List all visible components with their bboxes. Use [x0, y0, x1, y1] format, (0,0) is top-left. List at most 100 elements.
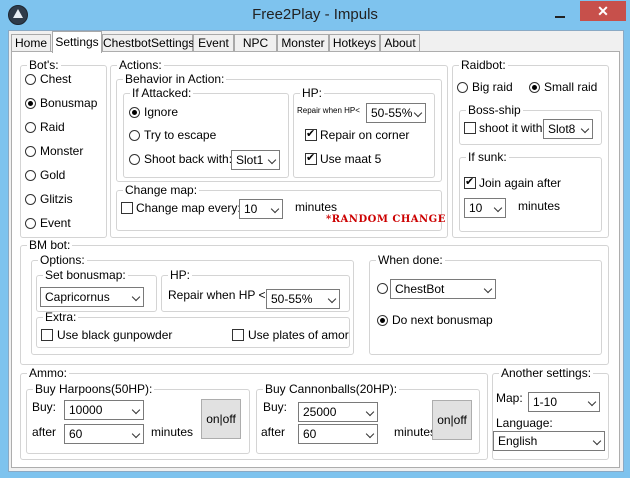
- bot-label-bonusmap: Bonusmap: [40, 96, 98, 110]
- change-map-label: Change map every:: [136, 201, 241, 215]
- chestbot-select[interactable]: ChestBot: [390, 279, 496, 299]
- boss-ship-checkbox[interactable]: [464, 122, 476, 134]
- another-settings-title: Another settings:: [501, 366, 592, 380]
- window-title: Free2Play - Impuls: [252, 6, 378, 23]
- chevron-down-icon: [327, 294, 337, 304]
- gunpowder-label: Use black gunpowder: [57, 328, 173, 342]
- next-bonusmap-radio[interactable]: [377, 315, 388, 326]
- harpoons-buy-label: Buy:: [32, 400, 57, 414]
- bot-label-glitzis: Glitzis: [40, 192, 73, 206]
- change-map-checkbox[interactable]: [121, 202, 133, 214]
- behavior-title: Behavior in Action:: [125, 72, 225, 86]
- small-raid-radio[interactable]: [529, 82, 540, 93]
- harpoons-title: Buy Harpoons(50HP):: [35, 382, 153, 396]
- bm-repair-select[interactable]: 50-55%: [266, 289, 340, 309]
- chevron-down-icon: [131, 292, 141, 302]
- boss-ship-label: shoot it with:: [479, 121, 546, 135]
- escape-radio[interactable]: [129, 130, 140, 141]
- language-label: Language:: [496, 416, 553, 430]
- chevron-down-icon: [131, 405, 141, 415]
- tab-event[interactable]: Event: [193, 34, 234, 52]
- chevron-down-icon: [413, 108, 423, 118]
- bonusmap-select[interactable]: Capricornus: [40, 287, 144, 307]
- use-maat-label: Use maat 5: [320, 152, 382, 166]
- chevron-down-icon: [592, 436, 602, 446]
- tab-chestbot-settings[interactable]: ChestbotSettings: [102, 34, 194, 52]
- actions-title: Actions:: [119, 58, 162, 72]
- bot-radio-raid[interactable]: [25, 122, 36, 133]
- minimize-button[interactable]: [547, 6, 573, 22]
- bm-bot-title: BM bot:: [29, 238, 71, 252]
- change-map-select[interactable]: 10: [239, 199, 283, 219]
- shoot-back-radio[interactable]: [129, 154, 140, 165]
- shoot-back-label: Shoot back with:: [144, 152, 233, 166]
- join-again-label: Join again after: [479, 176, 562, 190]
- big-raid-radio[interactable]: [457, 82, 468, 93]
- tab-home[interactable]: Home: [11, 34, 51, 52]
- chevron-down-icon: [580, 124, 590, 134]
- cannonballs-minutes: minutes: [394, 425, 437, 439]
- bot-radio-chest[interactable]: [25, 74, 36, 85]
- when-done-title: When done:: [378, 253, 443, 267]
- bot-label-raid: Raid: [40, 120, 65, 134]
- harpoons-toggle-button[interactable]: on|off: [201, 399, 241, 439]
- cannonballs-after-select[interactable]: 60: [298, 424, 378, 444]
- chevron-down-icon: [483, 284, 493, 294]
- harpoons-after-select[interactable]: 60: [64, 424, 144, 444]
- shoot-back-slot-select[interactable]: Slot1: [231, 150, 280, 170]
- tab-monster[interactable]: Monster: [277, 34, 329, 52]
- chevron-down-icon: [267, 155, 277, 165]
- plates-checkbox[interactable]: [232, 329, 244, 341]
- tab-settings[interactable]: Settings: [52, 31, 102, 53]
- cannonballs-buy-label: Buy:: [263, 400, 288, 414]
- bot-radio-bonusmap[interactable]: [25, 98, 36, 109]
- bot-radio-glitzis[interactable]: [25, 194, 36, 205]
- if-sunk-group: If sunk:: [459, 150, 602, 232]
- ignore-label: Ignore: [144, 105, 179, 119]
- chevron-down-icon: [365, 407, 375, 417]
- bot-label-event: Event: [40, 216, 71, 230]
- repair-corner-label: Repair on corner: [320, 128, 410, 142]
- cannonballs-buy-select[interactable]: 25000: [298, 402, 378, 422]
- if-sunk-title: If sunk:: [468, 150, 507, 164]
- change-map-minutes: minutes: [295, 200, 338, 214]
- tab-about[interactable]: About: [380, 34, 420, 52]
- ammo-title: Ammo:: [29, 366, 68, 380]
- cannonballs-title: Buy Cannonballs(20HP):: [265, 382, 398, 396]
- join-again-checkbox[interactable]: [464, 175, 476, 189]
- bot-radio-event[interactable]: [25, 218, 36, 229]
- close-icon: ✕: [597, 3, 609, 19]
- plates-label: Use plates of amor: [248, 328, 349, 342]
- hp-title: HP:: [302, 86, 323, 100]
- chevron-down-icon: [587, 397, 597, 407]
- boss-ship-select[interactable]: Slot8: [543, 119, 593, 139]
- bm-hp-title: HP:: [170, 268, 191, 282]
- ignore-radio[interactable]: [129, 107, 140, 118]
- language-select[interactable]: English: [493, 431, 605, 451]
- bot-radio-monster[interactable]: [25, 146, 36, 157]
- boss-ship-title: Boss-ship: [468, 103, 521, 117]
- repair-corner-checkbox[interactable]: [305, 127, 317, 141]
- big-raid-label: Big raid: [472, 80, 513, 94]
- cannonballs-toggle-button[interactable]: on|off: [432, 400, 472, 440]
- bot-label-monster: Monster: [40, 144, 84, 158]
- raidbot-title: Raidbot:: [461, 58, 506, 72]
- bots-title: Bot's:: [29, 58, 59, 72]
- chevron-down-icon: [131, 429, 141, 439]
- join-again-select[interactable]: 10: [464, 198, 506, 218]
- repair-hp-select[interactable]: 50-55%: [366, 103, 426, 123]
- escape-label: Try to escape: [144, 128, 217, 142]
- close-button[interactable]: ✕: [580, 1, 626, 21]
- harpoons-buy-select[interactable]: 10000: [64, 400, 144, 420]
- tab-npc[interactable]: NPC: [234, 34, 277, 52]
- bot-radio-gold[interactable]: [25, 170, 36, 181]
- map-select[interactable]: 1-10: [528, 392, 600, 412]
- set-bonusmap-title: Set bonusmap:: [45, 268, 126, 282]
- gunpowder-checkbox[interactable]: [41, 329, 53, 341]
- use-maat-checkbox[interactable]: [305, 151, 317, 165]
- chestbot-radio[interactable]: [377, 283, 388, 294]
- tab-hotkeys[interactable]: Hotkeys: [329, 34, 380, 52]
- cannonballs-after-label: after: [261, 425, 286, 439]
- repair-hp-label: Repair when HP<: [297, 106, 360, 115]
- bot-label-chest: Chest: [40, 72, 72, 86]
